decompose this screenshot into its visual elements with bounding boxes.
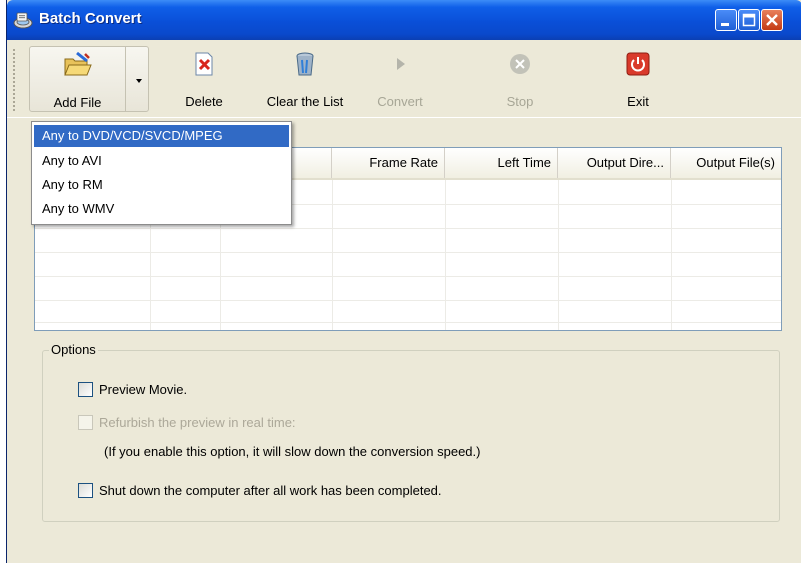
refurbish-preview-label: Refurbish the preview in real time:	[99, 415, 296, 430]
power-icon	[624, 50, 652, 78]
checkbox-box[interactable]	[78, 415, 93, 431]
shutdown-label: Shut down the computer after all work ha…	[99, 483, 442, 498]
trash-can-icon	[291, 50, 319, 78]
window-title: Batch Convert	[39, 10, 142, 27]
checkbox-box[interactable]	[78, 382, 93, 398]
menu-item-any-to-avi[interactable]: Any to AVI	[34, 150, 289, 172]
exit-label: Exit	[627, 94, 649, 109]
stop-button[interactable]: Stop	[487, 46, 553, 112]
exit-button[interactable]: Exit	[603, 46, 673, 112]
delete-button[interactable]: Delete	[169, 46, 239, 112]
play-icon	[386, 50, 414, 78]
convert-label: Convert	[377, 94, 423, 109]
row-divider	[35, 322, 781, 323]
maximize-button[interactable]	[738, 9, 760, 31]
preview-movie-checkbox[interactable]: Preview Movie.	[78, 381, 187, 399]
toolbar-grip[interactable]	[12, 48, 16, 112]
column-divider	[332, 180, 333, 330]
close-icon	[766, 14, 778, 26]
row-divider	[35, 276, 781, 277]
chevron-down-icon[interactable]	[136, 79, 142, 83]
convert-button[interactable]: Convert	[365, 46, 435, 112]
stop-icon	[506, 50, 534, 78]
delete-label: Delete	[185, 94, 223, 109]
row-divider	[35, 300, 781, 301]
column-divider	[445, 180, 446, 330]
options-legend: Options	[49, 342, 98, 357]
close-button[interactable]	[761, 9, 783, 31]
toolbar: Add File Delete Clear the List Convert S…	[7, 40, 801, 118]
maximize-icon	[742, 13, 756, 27]
delete-icon	[190, 50, 218, 78]
app-icon	[13, 11, 33, 29]
add-file-label: Add File	[53, 95, 102, 110]
stop-label: Stop	[506, 94, 534, 109]
folder-open-icon	[63, 51, 92, 79]
column-header[interactable]: Frame Rate	[332, 148, 445, 178]
column-header[interactable]: Output File(s)	[671, 148, 781, 178]
split-divider	[125, 47, 126, 111]
menu-item-any-to-rm[interactable]: Any to RM	[34, 174, 289, 196]
slowdown-note: (If you enable this option, it will slow…	[104, 444, 481, 459]
menu-item-any-to-dvd[interactable]: Any to DVD/VCD/SVCD/MPEG	[34, 125, 289, 147]
shutdown-checkbox[interactable]: Shut down the computer after all work ha…	[78, 482, 442, 500]
add-file-menu: Any to DVD/VCD/SVCD/MPEG Any to AVI Any …	[31, 121, 292, 225]
minimize-icon	[721, 23, 729, 26]
clear-list-label: Clear the List	[266, 94, 344, 109]
preview-movie-label: Preview Movie.	[99, 382, 188, 397]
checkbox-box[interactable]	[78, 483, 93, 499]
refurbish-preview-checkbox[interactable]: Refurbish the preview in real time:	[78, 414, 296, 432]
column-header[interactable]: Left Time	[445, 148, 558, 178]
row-divider	[35, 228, 781, 229]
clear-list-button[interactable]: Clear the List	[257, 46, 353, 112]
add-file-button[interactable]: Add File	[29, 46, 149, 112]
minimize-button[interactable]	[715, 9, 737, 31]
menu-item-any-to-wmv[interactable]: Any to WMV	[34, 198, 289, 220]
column-divider	[671, 180, 672, 330]
row-divider	[35, 252, 781, 253]
title-bar[interactable]: Batch Convert	[7, 0, 801, 40]
column-header[interactable]: Output Dire...	[558, 148, 671, 178]
column-divider	[558, 180, 559, 330]
batch-convert-window: Batch Convert Add File Delete Clear the …	[6, 0, 801, 563]
